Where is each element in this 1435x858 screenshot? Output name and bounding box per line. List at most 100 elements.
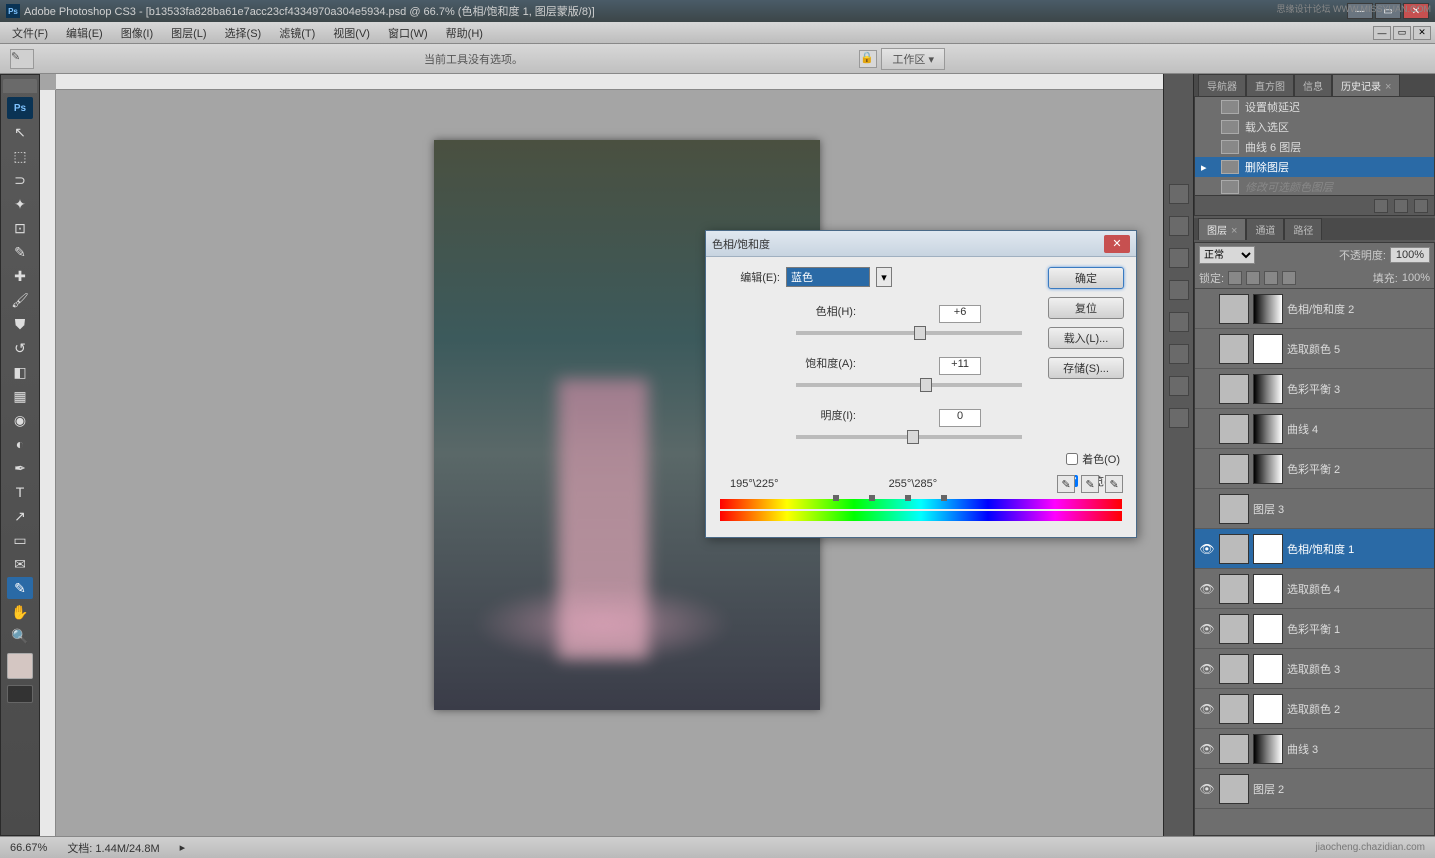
doc-minimize[interactable]: — bbox=[1373, 26, 1391, 40]
layer-row[interactable]: 👁色相/饱和度 1 bbox=[1195, 529, 1434, 569]
blend-mode-select[interactable]: 正常 bbox=[1199, 246, 1255, 264]
type-tool[interactable]: T bbox=[7, 481, 33, 503]
dialog-close-button[interactable]: ✕ bbox=[1104, 235, 1130, 253]
saturation-value[interactable]: +11 bbox=[939, 357, 981, 375]
dock-icon-6[interactable] bbox=[1169, 344, 1189, 364]
menu-item[interactable]: 文件(F) bbox=[4, 23, 56, 43]
layer-thumb[interactable] bbox=[1219, 374, 1249, 404]
saturation-slider[interactable] bbox=[796, 383, 1022, 387]
heal-tool[interactable]: ✚ bbox=[7, 265, 33, 287]
layer-row[interactable]: 曲线 4 bbox=[1195, 409, 1434, 449]
lock-all-icon[interactable] bbox=[1282, 271, 1296, 285]
lock-position-icon[interactable] bbox=[1264, 271, 1278, 285]
layer-row[interactable]: 👁选取颜色 2 bbox=[1195, 689, 1434, 729]
menu-item[interactable]: 编辑(E) bbox=[58, 23, 111, 43]
hand-tool[interactable]: ✋ bbox=[7, 601, 33, 623]
visibility-icon[interactable]: 👁 bbox=[1199, 621, 1215, 637]
layer-row[interactable]: 👁曲线 3 bbox=[1195, 729, 1434, 769]
path-tool[interactable]: ↗ bbox=[7, 505, 33, 527]
dock-icon-1[interactable] bbox=[1169, 184, 1189, 204]
fill-value[interactable]: 100% bbox=[1402, 272, 1430, 284]
menu-item[interactable]: 视图(V) bbox=[325, 23, 378, 43]
edit-combo[interactable]: 蓝色 bbox=[786, 267, 870, 287]
layer-row[interactable]: 👁图层 2 bbox=[1195, 769, 1434, 809]
layer-thumb[interactable] bbox=[1219, 454, 1249, 484]
move-tool[interactable]: ↖ bbox=[7, 121, 33, 143]
eyedropper-icon[interactable]: ✎ bbox=[1057, 475, 1075, 493]
hue-value[interactable]: +6 bbox=[939, 305, 981, 323]
layer-thumb[interactable] bbox=[1219, 334, 1249, 364]
layer-thumb[interactable] bbox=[1219, 734, 1249, 764]
history-item[interactable]: 设置帧延迟 bbox=[1195, 97, 1434, 117]
layer-thumb[interactable] bbox=[1219, 294, 1249, 324]
menu-item[interactable]: 选择(S) bbox=[217, 23, 270, 43]
zoom-tool[interactable]: 🔍 bbox=[7, 625, 33, 647]
visibility-icon[interactable] bbox=[1199, 421, 1215, 437]
dock-icon-5[interactable] bbox=[1169, 312, 1189, 332]
pen-tool[interactable]: ✒ bbox=[7, 457, 33, 479]
lightness-value[interactable]: 0 bbox=[939, 409, 981, 427]
doc-restore[interactable]: ▭ bbox=[1393, 26, 1411, 40]
history-tab[interactable]: 导航器 bbox=[1198, 74, 1246, 96]
lock-transparent-icon[interactable] bbox=[1228, 271, 1242, 285]
visibility-icon[interactable]: 👁 bbox=[1199, 661, 1215, 677]
layers-tab[interactable]: 路径 bbox=[1284, 218, 1322, 240]
dock-icon-2[interactable] bbox=[1169, 216, 1189, 236]
dock-icon-8[interactable] bbox=[1169, 408, 1189, 428]
hue-slider[interactable] bbox=[796, 331, 1022, 335]
history-tab[interactable]: 历史记录× bbox=[1332, 74, 1400, 96]
gradient-tool[interactable]: ▦ bbox=[7, 385, 33, 407]
hue-spectrum[interactable] bbox=[720, 499, 1122, 523]
layer-thumb[interactable] bbox=[1219, 574, 1249, 604]
layer-row[interactable]: 选取颜色 5 bbox=[1195, 329, 1434, 369]
wand-tool[interactable]: ✦ bbox=[7, 193, 33, 215]
layer-row[interactable]: 色相/饱和度 2 bbox=[1195, 289, 1434, 329]
eyedropper-minus-icon[interactable]: ✎ bbox=[1105, 475, 1123, 493]
foreground-color[interactable] bbox=[7, 653, 33, 679]
layer-row[interactable]: 👁选取颜色 4 bbox=[1195, 569, 1434, 609]
visibility-icon[interactable]: 👁 bbox=[1199, 541, 1215, 557]
eraser-tool[interactable]: ◧ bbox=[7, 361, 33, 383]
layer-thumb[interactable] bbox=[1219, 494, 1249, 524]
visibility-icon[interactable]: 👁 bbox=[1199, 701, 1215, 717]
load-button[interactable]: 载入(L)... bbox=[1048, 327, 1124, 349]
layers-tab[interactable]: 通道 bbox=[1246, 218, 1284, 240]
history-snapshot-icon[interactable] bbox=[1374, 199, 1388, 213]
layer-thumb[interactable] bbox=[1219, 654, 1249, 684]
dodge-tool[interactable]: ◐ bbox=[7, 433, 33, 455]
ok-button[interactable]: 确定 bbox=[1048, 267, 1124, 289]
doc-close[interactable]: ✕ bbox=[1413, 26, 1431, 40]
menu-item[interactable]: 图像(I) bbox=[113, 23, 161, 43]
menu-item[interactable]: 图层(L) bbox=[163, 23, 214, 43]
crop-tool[interactable]: ⊡ bbox=[7, 217, 33, 239]
visibility-icon[interactable] bbox=[1199, 341, 1215, 357]
visibility-icon[interactable]: 👁 bbox=[1199, 741, 1215, 757]
history-new-icon[interactable] bbox=[1394, 199, 1408, 213]
history-item[interactable]: ▸删除图层 bbox=[1195, 157, 1434, 177]
layer-row[interactable]: 👁选取颜色 3 bbox=[1195, 649, 1434, 689]
visibility-icon[interactable] bbox=[1199, 301, 1215, 317]
layer-row[interactable]: 色彩平衡 2 bbox=[1195, 449, 1434, 489]
notes-tool[interactable]: ✉ bbox=[7, 553, 33, 575]
layer-row[interactable]: 色彩平衡 3 bbox=[1195, 369, 1434, 409]
edit-combo-arrow[interactable]: ▾ bbox=[876, 267, 892, 287]
history-item[interactable]: 曲线 6 图层 bbox=[1195, 137, 1434, 157]
dock-icon-3[interactable] bbox=[1169, 248, 1189, 268]
dock-icon-4[interactable] bbox=[1169, 280, 1189, 300]
menu-item[interactable]: 窗口(W) bbox=[380, 23, 436, 43]
layer-thumb[interactable] bbox=[1219, 694, 1249, 724]
quickmask-toggle[interactable] bbox=[7, 685, 33, 703]
visibility-icon[interactable]: 👁 bbox=[1199, 781, 1215, 797]
layers-tab[interactable]: 图层× bbox=[1198, 218, 1246, 240]
blur-tool[interactable]: ◉ bbox=[7, 409, 33, 431]
lock-image-icon[interactable] bbox=[1246, 271, 1260, 285]
layer-row[interactable]: 图层 3 bbox=[1195, 489, 1434, 529]
visibility-icon[interactable] bbox=[1199, 381, 1215, 397]
zoom-level[interactable]: 66.67% bbox=[10, 842, 47, 854]
opacity-value[interactable]: 100% bbox=[1390, 247, 1430, 263]
history-item[interactable]: 修改可选颜色图层 bbox=[1195, 177, 1434, 195]
history-item[interactable]: 载入选区 bbox=[1195, 117, 1434, 137]
colorize-checkbox[interactable]: 着色(O) bbox=[1066, 451, 1120, 467]
visibility-icon[interactable] bbox=[1199, 461, 1215, 477]
marquee-tool[interactable]: ⬚ bbox=[7, 145, 33, 167]
